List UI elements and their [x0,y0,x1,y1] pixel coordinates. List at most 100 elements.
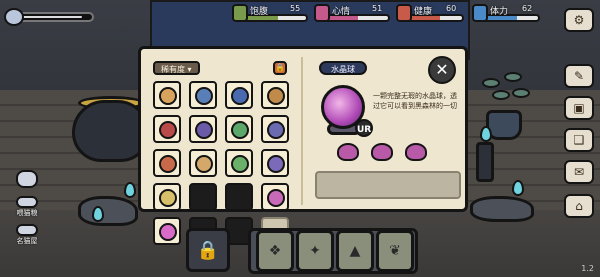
stat-stamina: 体力 62 [472,4,542,22]
health-icon [396,4,412,22]
rarity-badge: UR [355,119,373,137]
item-cell[interactable] [189,115,217,143]
item-icon [195,87,213,105]
cat-house-icon [16,224,38,236]
item-icon [195,121,213,139]
item-icon [231,121,249,139]
item-grid [153,81,297,245]
stat-value: 55 [290,4,301,13]
cat-house-button[interactable]: 名猫屋 [14,224,40,246]
cat-food-icon [16,196,38,208]
item-cell[interactable] [261,149,289,177]
item-variants [337,143,427,161]
rock-pile-left [78,196,138,226]
item-cell[interactable] [261,115,289,143]
item-icon [267,121,285,139]
map-icon: ✉ [573,165,585,179]
item-icon [159,87,177,105]
inventory-slot[interactable]: ❦ [376,230,414,272]
feed-button[interactable]: 喂猫粮 [14,196,40,218]
item-cell[interactable] [225,183,253,211]
player-status[interactable] [4,6,96,28]
item-cell[interactable] [261,81,289,109]
item-cell[interactable] [225,115,253,143]
stat-label: 体力 [490,7,509,17]
panel-divider [301,57,303,205]
chest-icon: ▣ [573,101,585,115]
gear-icon: ⚙ [573,13,585,27]
crystal-variant-icon[interactable] [405,143,427,161]
item-description: 一颗完整无瑕的水晶球，透过它可以看到黑森林的一切 [373,92,457,110]
scroll-icon: ✎ [573,69,585,83]
inventory-slot[interactable]: ▲ [336,230,374,272]
item-icon [231,87,249,105]
item-icon [159,223,177,241]
stat-label: 健康 [414,7,433,17]
item-icon: ▲ [349,243,361,259]
rock-pile-right [470,196,534,222]
map-button[interactable]: ✉ [564,160,594,184]
shop-button[interactable]: ⌂ [564,194,594,218]
lock-icon: 🔒 [196,239,220,261]
stat-value: 51 [372,4,383,13]
item-cell[interactable] [225,149,253,177]
item-cell[interactable] [153,217,181,245]
item-cell[interactable] [153,115,181,143]
item-cell[interactable] [225,81,253,109]
item-cell[interactable] [261,183,289,211]
item-icon [195,155,213,173]
crystal-variant-icon[interactable] [371,143,393,161]
item-icon [159,121,177,139]
inventory-slot[interactable]: ❖ [256,230,294,272]
settings-button[interactable]: ⚙ [564,8,594,32]
blue-flame-icon [124,182,136,198]
player-progress-bar [18,12,94,22]
item-cell[interactable] [153,81,181,109]
empty-text-box [315,171,461,199]
cat-icon [16,170,38,188]
inventory-slot[interactable]: ✦ [296,230,334,272]
mood-icon [314,4,330,22]
item-cell[interactable] [153,149,181,177]
stat-health: 健康 60 [396,4,466,22]
blue-flame-icon [92,206,104,222]
stamina-icon [472,4,488,22]
stat-label: 饱腹 [250,7,269,17]
avatar[interactable] [4,8,24,26]
hunger-icon [232,4,248,22]
item-cell[interactable] [189,183,217,211]
item-icon [231,155,249,173]
stat-mood: 心情 51 [314,4,390,22]
item-icon [159,189,177,207]
candle [476,142,494,182]
blue-flame-icon [512,180,524,196]
item-icon: ❖ [268,243,282,259]
stat-label: 心情 [332,7,351,17]
crystal-variant-icon[interactable] [337,143,359,161]
stat-value: 62 [522,4,533,13]
item-cell[interactable] [153,183,181,211]
book-icon: ❑ [573,133,585,147]
item-icon [159,155,177,173]
stat-hunger: 饱腹 55 [232,4,308,22]
chest-button[interactable]: ▣ [564,96,594,120]
item-cell[interactable] [189,81,217,109]
close-button[interactable]: ✕ [428,56,456,84]
item-cell[interactable] [189,149,217,177]
close-icon: ✕ [435,60,449,79]
album-button[interactable]: ❑ [564,128,594,152]
locked-slot[interactable]: 🔒 [186,228,230,272]
item-name-badge: 水晶球 [319,61,367,75]
collection-panel: 稀有度 ▾ 🔒 水晶球 UR 一颗完整无瑕的水晶球，透过它可以看到黑森林的一切 [138,46,468,245]
item-icon: ❦ [389,243,401,259]
scroll-button[interactable]: ✎ [564,64,594,88]
version-label: 1.2 [581,264,594,273]
sort-tab[interactable]: 稀有度 ▾ [153,61,200,75]
stat-value: 60 [446,4,457,13]
shop-icon: ⌂ [575,199,583,213]
lock-icon[interactable]: 🔒 [273,61,287,75]
item-icon [267,87,285,105]
left-button-cat[interactable] [14,170,40,192]
item-icon: ✦ [309,243,321,259]
item-icon [267,155,285,173]
